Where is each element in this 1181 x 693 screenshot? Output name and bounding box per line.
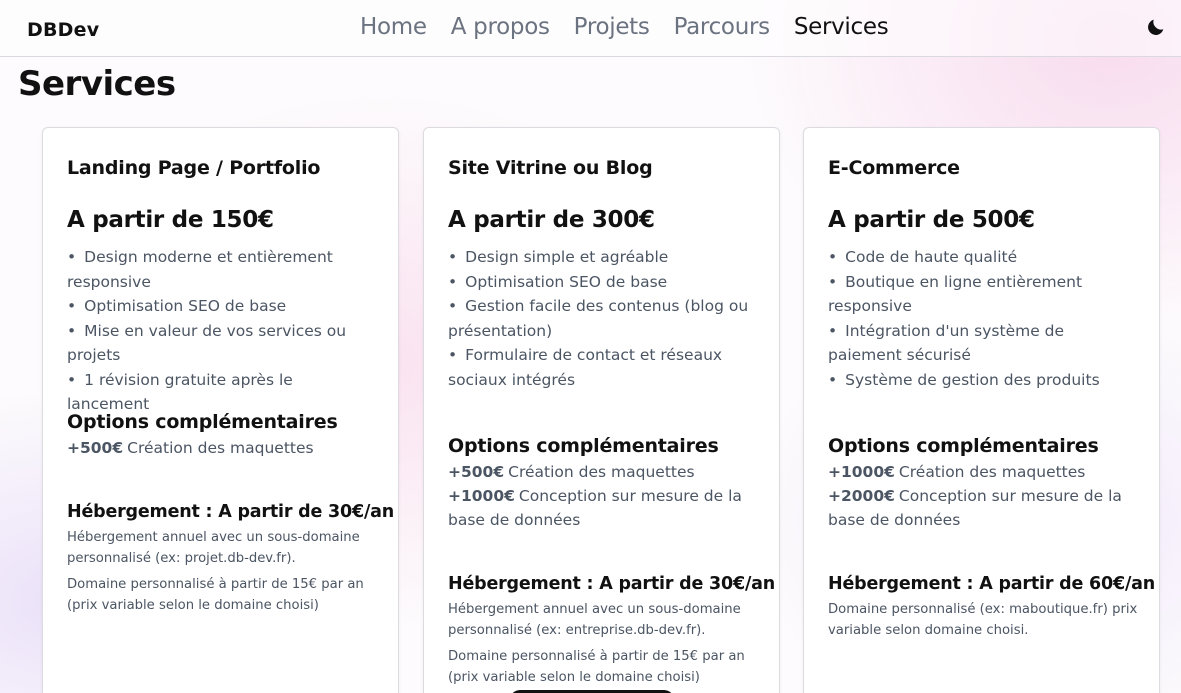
feature-list: Design moderne et entièrement responsive…	[67, 245, 377, 417]
nav-link-services[interactable]: Services	[794, 14, 889, 40]
feature-item: Mise en valeur de vos services ou projet…	[67, 319, 377, 368]
hosting-text: Domaine personnalisé à partir de 15€ par…	[448, 649, 745, 685]
nav-link-home[interactable]: Home	[360, 14, 427, 40]
hosting-text: Hébergement annuel avec un sous-domaine …	[448, 602, 741, 638]
feature-item: Design moderne et entièrement responsive	[67, 245, 377, 294]
card-price: A partir de 500€	[828, 207, 1035, 233]
option-item: +500€ Création des maquettes	[67, 436, 377, 460]
feature-list: Design simple et agréable Optimisation S…	[448, 245, 758, 392]
option-price: +2000€	[828, 487, 895, 505]
feature-item: Code de haute qualité	[828, 245, 1138, 270]
options-title: Options complémentaires	[828, 435, 1099, 457]
nav-link-projets[interactable]: Projets	[574, 14, 650, 40]
hosting-text: Domaine personnalisé (ex: maboutique.fr)…	[828, 602, 1138, 638]
brand-logo[interactable]: DBDev	[27, 19, 99, 41]
option-price: +1000€	[448, 487, 515, 505]
hosting-title: Hébergement : A partir de 60€/an	[828, 574, 1156, 594]
feature-item: 1 révision gratuite après le lancement	[67, 368, 377, 417]
nav-links: Home A propos Projets Parcours Services	[360, 14, 912, 40]
hosting-text: Hébergement annuel avec un sous-domaine …	[67, 530, 360, 566]
moon-icon[interactable]	[1145, 16, 1169, 40]
feature-list: Code de haute qualité Boutique en ligne …	[828, 245, 1138, 392]
options-list: +500€ Création des maquettes	[67, 436, 377, 460]
option-item: +1000€ Conception sur mesure de la base d…	[448, 484, 758, 532]
navbar: DBDev Home A propos Projets Parcours Ser…	[0, 0, 1181, 57]
service-card-e-commerce: E-Commerce A partir de 500€ Code de haut…	[803, 127, 1160, 693]
option-item: +2000€ Conception sur mesure de la base d…	[828, 484, 1138, 532]
hosting-title: Hébergement : A partir de 30€/an	[67, 502, 395, 522]
options-title: Options complémentaires	[67, 411, 338, 433]
option-label: Création des maquettes	[127, 439, 314, 457]
feature-item: Système de gestion des produits	[828, 368, 1138, 393]
page-title: Services	[18, 64, 176, 104]
card-title: E-Commerce	[828, 157, 960, 179]
options-list: +1000€ Création des maquettes +2000€ Conce…	[828, 460, 1138, 532]
card-title: Site Vitrine ou Blog	[448, 157, 653, 179]
feature-item: Design simple et agréable	[448, 245, 758, 270]
feature-item: Optimisation SEO de base	[67, 294, 377, 319]
service-card-site-vitrine: Site Vitrine ou Blog A partir de 300€ De…	[423, 127, 780, 693]
option-price: +1000€	[828, 463, 895, 481]
feature-item: Formulaire de contact et réseaux sociaux…	[448, 343, 758, 392]
option-item: +500€ Création des maquettes	[448, 460, 758, 484]
feature-item: Intégration d'un système de paiement séc…	[828, 319, 1138, 368]
feature-item: Boutique en ligne entièrement responsive	[828, 270, 1138, 319]
service-card-landing-page: Landing Page / Portfolio A partir de 150…	[42, 127, 399, 693]
nav-link-a-propos[interactable]: A propos	[451, 14, 550, 40]
card-price: A partir de 300€	[448, 207, 655, 233]
options-title: Options complémentaires	[448, 435, 719, 457]
option-item: +1000€ Création des maquettes	[828, 460, 1138, 484]
options-list: +500€ Création des maquettes +1000€ Concep…	[448, 460, 758, 532]
hosting-text: Domaine personnalisé à partir de 15€ par…	[67, 577, 364, 613]
card-title: Landing Page / Portfolio	[67, 157, 321, 179]
feature-item: Gestion facile des contenus (blog ou pré…	[448, 294, 758, 343]
feature-item: Optimisation SEO de base	[448, 270, 758, 295]
card-price: A partir de 150€	[67, 207, 274, 233]
option-price: +500€	[67, 439, 124, 457]
hosting-title: Hébergement : A partir de 30€/an	[448, 574, 776, 594]
option-label: Création des maquettes	[508, 463, 695, 481]
option-price: +500€	[448, 463, 505, 481]
option-label: Création des maquettes	[898, 463, 1086, 481]
nav-link-parcours[interactable]: Parcours	[674, 14, 771, 40]
